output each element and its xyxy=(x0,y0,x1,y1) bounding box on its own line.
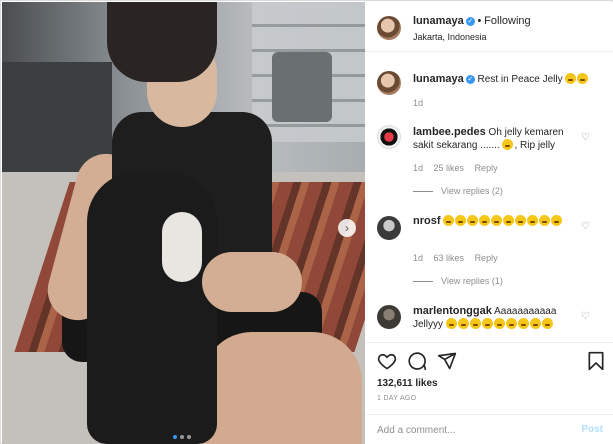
comment-username[interactable]: nrosf xyxy=(413,215,441,227)
comment-likes[interactable]: 63 likes xyxy=(434,253,465,263)
photo-dog xyxy=(87,172,217,444)
crying-emoji xyxy=(443,215,455,226)
crying-emoji xyxy=(551,215,563,226)
comment-time: 1d xyxy=(413,163,424,173)
post-date[interactable]: 1 DAY AGO xyxy=(377,395,416,402)
crying-emoji xyxy=(455,215,467,226)
post-modal: › lunamaya ✓ • Following Jakarta, Indones… xyxy=(0,0,613,444)
carousel-dots xyxy=(173,435,191,439)
carousel-dot-active xyxy=(173,435,177,439)
chevron-right-icon[interactable]: › xyxy=(338,219,356,237)
comment-likes[interactable]: 25 likes xyxy=(434,163,465,173)
crying-emoji xyxy=(502,139,514,150)
verified-icon: ✓ xyxy=(465,16,475,26)
follow-separator: • xyxy=(477,15,482,27)
author-avatar[interactable] xyxy=(377,16,401,40)
comment-avatar[interactable] xyxy=(377,216,401,240)
likes-count[interactable]: 132,611 likes xyxy=(377,378,438,389)
heart-icon[interactable] xyxy=(377,351,397,371)
author-username[interactable]: lunamaya xyxy=(413,15,464,27)
verified-icon: ✓ xyxy=(465,74,475,84)
comment-icon[interactable] xyxy=(407,351,427,371)
comment-username[interactable]: marlentonggak xyxy=(413,305,492,317)
post-header: lunamaya ✓ • Following Jakarta, Indonesia xyxy=(365,2,613,52)
carousel-dot xyxy=(180,435,184,439)
following-button[interactable]: Following xyxy=(484,15,530,27)
post-location[interactable]: Jakarta, Indonesia xyxy=(413,32,487,42)
crying-emoji xyxy=(527,215,539,226)
crying-emoji xyxy=(505,318,517,329)
carousel-dot xyxy=(187,435,191,439)
crying-emoji xyxy=(529,318,541,329)
crying-emoji xyxy=(515,215,527,226)
crying-emoji xyxy=(539,215,551,226)
comment-text-line: lambee.pedes Oh jelly kemaren sakit seka… xyxy=(413,126,585,152)
comment-like-heart-icon[interactable]: ♡ xyxy=(581,132,590,143)
caption-time: 1d xyxy=(413,98,424,108)
photo-dog-chest xyxy=(162,212,202,282)
caption-username[interactable]: lunamaya xyxy=(413,73,464,85)
crying-emoji xyxy=(541,318,553,329)
post-comment-button[interactable]: Post xyxy=(581,424,603,435)
crying-emoji xyxy=(479,215,491,226)
comment-input[interactable] xyxy=(377,421,567,439)
view-replies-button[interactable]: View replies (2) xyxy=(413,186,503,196)
crying-emoji xyxy=(491,215,503,226)
share-icon[interactable] xyxy=(437,351,457,371)
comment-text-line: nrosf xyxy=(413,215,585,228)
comments-list[interactable]: lunamaya ✓ Rest in Peace Jelly 1d lambee.… xyxy=(365,53,613,342)
crying-emoji xyxy=(467,215,479,226)
comment-time: 1d xyxy=(413,253,424,263)
comment-username[interactable]: lambee.pedes xyxy=(413,126,486,138)
crying-emoji xyxy=(481,318,493,329)
comment-text-line: marlentonggak Aaaaaaaaaaa Jellyyy xyxy=(413,305,585,331)
photo-leg xyxy=(202,332,362,444)
photo-chair xyxy=(272,52,332,122)
crying-emoji xyxy=(565,73,577,84)
add-comment-bar: Post xyxy=(365,414,613,444)
reply-button[interactable]: Reply xyxy=(475,253,498,263)
view-replies-button[interactable]: View replies (1) xyxy=(413,276,503,286)
photo-arm-right xyxy=(202,252,302,312)
crying-emoji xyxy=(503,215,515,226)
crying-emoji xyxy=(457,318,469,329)
comment-meta: 1d 25 likes Reply xyxy=(413,163,498,173)
post-side-panel: lunamaya ✓ • Following Jakarta, Indonesia… xyxy=(365,2,613,444)
bookmark-icon[interactable] xyxy=(587,351,605,371)
photo-person-hair xyxy=(107,2,217,82)
caption-avatar[interactable] xyxy=(377,71,401,95)
crying-emoji xyxy=(469,318,481,329)
caption-text: Rest in Peace Jelly xyxy=(477,74,563,85)
comment-like-heart-icon[interactable]: ♡ xyxy=(581,221,590,232)
comment-avatar[interactable] xyxy=(377,125,401,149)
comment-avatar[interactable] xyxy=(377,305,401,329)
crying-emoji xyxy=(445,318,457,329)
crying-emoji xyxy=(493,318,505,329)
crying-emoji xyxy=(577,73,589,84)
caption-text-line: lunamaya ✓ Rest in Peace Jelly xyxy=(413,73,598,86)
comment-like-heart-icon[interactable]: ♡ xyxy=(581,311,590,322)
reply-button[interactable]: Reply xyxy=(475,163,498,173)
comment-text-after: , Rip jelly xyxy=(514,140,556,151)
author-line: lunamaya ✓ • Following xyxy=(413,15,531,27)
crying-emoji xyxy=(517,318,529,329)
comment-meta: 1d 63 likes Reply xyxy=(413,253,498,263)
post-photo[interactable] xyxy=(2,2,365,444)
post-actions: 132,611 likes 1 DAY AGO xyxy=(365,342,613,414)
